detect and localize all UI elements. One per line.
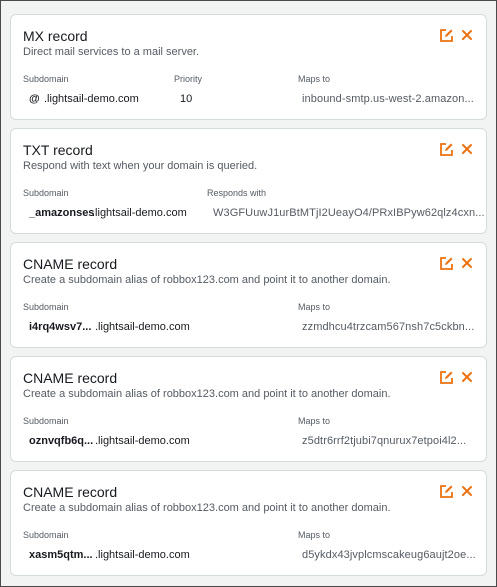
delete-record-button[interactable] (460, 256, 474, 270)
delete-record-button[interactable] (460, 142, 474, 156)
edit-icon (440, 371, 453, 384)
close-icon (462, 144, 472, 154)
dns-record-card: TXT record Respond with text when your d… (10, 128, 487, 234)
delete-record-button[interactable] (460, 370, 474, 384)
record-type-title: CNAME record (23, 484, 118, 500)
subdomain-label: Subdomain (23, 188, 69, 198)
subdomain-value: @ (29, 93, 40, 105)
priority-label: Priority (174, 74, 203, 84)
edit-icon (440, 257, 453, 270)
target-value: W3GFUuwJ1urBtMTjI2UeayO4/PRxIBPyw62qlz4c… (213, 207, 485, 219)
delete-record-button[interactable] (460, 28, 474, 42)
edit-record-button[interactable] (439, 484, 454, 499)
subdomain-label: Subdomain (23, 74, 69, 84)
record-type-title: CNAME record (23, 370, 118, 386)
edit-record-button[interactable] (439, 370, 454, 385)
subdomain-value: xasm5qtm... (29, 549, 93, 561)
dns-record-card: MX record Direct mail services to a mail… (10, 14, 487, 120)
maps-to-label: Maps to (298, 530, 331, 540)
subdomain-label: Subdomain (23, 302, 69, 312)
edit-record-button[interactable] (439, 256, 454, 271)
record-type-title: CNAME record (23, 256, 118, 272)
edit-icon (440, 143, 453, 156)
target-value: inbound-smtp.us-west-2.amazon... (302, 93, 474, 105)
record-description: Create a subdomain alias of robbox123.co… (23, 274, 391, 286)
subdomain-label: Subdomain (23, 416, 69, 426)
dns-record-card: CNAME record Create a subdomain alias of… (10, 242, 487, 348)
record-description: Create a subdomain alias of robbox123.co… (23, 388, 391, 400)
edit-record-button[interactable] (439, 28, 454, 43)
dns-records-panel: MX record Direct mail services to a mail… (0, 0, 497, 587)
subdomain-label: Subdomain (23, 530, 69, 540)
domain-suffix: .lightsail-demo.com (44, 93, 139, 105)
subdomain-value: oznvqfb6q... (29, 435, 94, 447)
domain-suffix: .lightsail-demo.com (95, 435, 190, 447)
domain-suffix: .lightsail-demo.com (95, 321, 190, 333)
maps-to-label: Maps to (298, 416, 331, 426)
edit-record-button[interactable] (439, 142, 454, 157)
subdomain-value: _amazonses (29, 207, 95, 219)
responds-with-label: Responds with (207, 188, 267, 198)
subdomain-value: i4rq4wsv7... (29, 321, 92, 333)
maps-to-label: Maps to (298, 302, 331, 312)
close-icon (462, 372, 472, 382)
target-value: zzmdhcu4trzcam567nsh7c5ckbn... (302, 321, 475, 333)
edit-icon (440, 485, 453, 498)
delete-record-button[interactable] (460, 484, 474, 498)
record-type-title: MX record (23, 28, 88, 44)
record-description: Respond with text when your domain is qu… (23, 160, 258, 172)
record-description: Create a subdomain alias of robbox123.co… (23, 502, 391, 514)
domain-suffix: .lightsail-demo.com (95, 549, 190, 561)
priority-value: 10 (180, 93, 193, 105)
domain-suffix: .lightsail-demo.com (92, 207, 187, 219)
edit-icon (440, 29, 453, 42)
close-icon (462, 258, 472, 268)
close-icon (462, 30, 472, 40)
close-icon (462, 486, 472, 496)
dns-record-card: CNAME record Create a subdomain alias of… (10, 356, 487, 462)
target-value: z5dtr6rrf2tjubi7qnurux7etpoi4l2... (302, 435, 467, 447)
record-description: Direct mail services to a mail server. (23, 46, 200, 58)
target-value: d5ykdx43jvplcmscakeug6aujt2oe... (302, 549, 476, 561)
dns-record-card: CNAME record Create a subdomain alias of… (10, 470, 487, 576)
record-type-title: TXT record (23, 142, 93, 158)
maps-to-label: Maps to (298, 74, 331, 84)
